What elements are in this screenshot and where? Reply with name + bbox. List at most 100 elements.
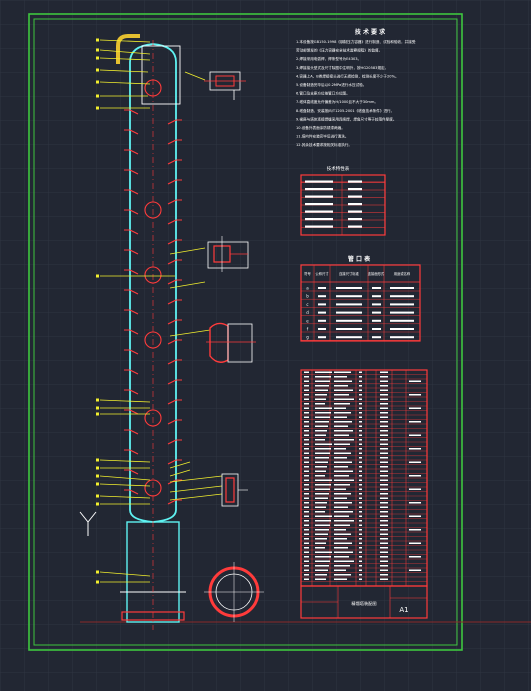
spec-title: 技术特性表 xyxy=(327,165,350,172)
parts-cell-text xyxy=(304,484,309,486)
parts-cell-text xyxy=(359,466,362,468)
parts-cell-text xyxy=(334,425,348,427)
spec-cell-text xyxy=(348,195,362,198)
nozzle-title: 管 口 表 xyxy=(348,255,371,263)
tech-line: 6.管口及支座方位按管口方位图。 xyxy=(296,91,350,96)
parts-cell-text xyxy=(315,547,325,549)
parts-cell-text xyxy=(304,556,309,558)
parts-cell-text xyxy=(409,488,421,490)
parts-cell-text xyxy=(380,380,388,382)
nozzle-cell-text xyxy=(336,328,362,330)
parts-cell-text xyxy=(304,380,309,382)
parts-cell-text xyxy=(380,515,388,517)
parts-cell-text xyxy=(359,502,362,504)
parts-cell-text xyxy=(315,565,329,567)
parts-cell-text xyxy=(304,574,309,576)
parts-cell-text xyxy=(304,520,309,522)
parts-cell-text xyxy=(304,479,309,481)
spec-cell-text xyxy=(348,180,362,183)
parts-cell-text xyxy=(315,574,327,576)
parts-cell-text xyxy=(359,569,362,571)
canvas-grid xyxy=(0,0,531,691)
spec-cell-text xyxy=(348,188,362,191)
spec-cell-text xyxy=(305,195,333,198)
parts-cell-text xyxy=(315,515,332,517)
parts-cell-text xyxy=(359,511,362,513)
parts-cell-text xyxy=(359,412,362,414)
tech-line: 8.塔盘制造、安装按JB/T1205-2001《塔盘技术条件》进行。 xyxy=(296,108,394,113)
parts-cell-text xyxy=(380,533,388,535)
parts-cell-text xyxy=(380,551,388,553)
parts-cell-text xyxy=(315,520,331,522)
nozzle-cell-text xyxy=(336,311,362,314)
parts-cell-text xyxy=(359,493,362,495)
parts-cell-text xyxy=(359,371,362,373)
parts-cell-text xyxy=(409,556,421,558)
parts-cell-text xyxy=(409,542,421,544)
parts-cell-text xyxy=(334,470,353,472)
nozzle-cell-text xyxy=(390,287,414,289)
parts-cell-text xyxy=(380,497,388,499)
parts-cell-text xyxy=(409,569,421,571)
tech-line: 1.本设备按GB150-1998《钢制压力容器》进行制造、试验和验收，并接受 xyxy=(296,39,416,44)
tech-line: 12.其余技术要求按相关标准执行。 xyxy=(296,142,352,147)
leader-tick xyxy=(96,458,99,462)
nozzle-cell-text xyxy=(372,328,381,330)
parts-cell-text xyxy=(315,493,329,495)
parts-cell-text xyxy=(359,529,362,531)
parts-cell-text xyxy=(304,448,309,450)
parts-cell-text xyxy=(334,457,347,459)
tech-line: 3.焊接接头型式及尺寸除图中注明外，按HG20583规定。 xyxy=(296,65,388,70)
parts-cell-text xyxy=(334,569,346,571)
parts-cell-text xyxy=(334,439,354,441)
tech-line: 9.裙座与塔体连接焊缝采用连续焊，焊角尺寸等于较薄件厚度。 xyxy=(296,116,396,121)
parts-cell-text xyxy=(359,578,362,580)
leader-tick xyxy=(96,482,99,486)
parts-cell-text xyxy=(359,470,362,472)
nozzle-cell-text xyxy=(336,319,362,322)
parts-cell-text xyxy=(315,380,330,382)
cad-drawing-canvas[interactable]: 技 术 要 求 1.本设备按GB150-1998《钢制压力容器》进行制造、试验和… xyxy=(0,0,531,691)
parts-cell-text xyxy=(359,497,362,499)
parts-cell-text xyxy=(359,398,362,400)
parts-cell-text xyxy=(380,403,388,405)
nozzle-cell-text xyxy=(372,336,381,339)
parts-cell-text xyxy=(315,371,332,373)
parts-cell-text xyxy=(409,394,421,396)
parts-cell-text xyxy=(380,565,388,567)
parts-cell-text xyxy=(304,488,309,490)
parts-cell-text xyxy=(359,556,362,558)
parts-cell-text xyxy=(334,542,352,544)
parts-cell-text xyxy=(304,376,309,378)
leader-tick xyxy=(96,494,99,498)
leader-tick xyxy=(96,398,99,402)
parts-cell-text xyxy=(380,542,388,544)
parts-cell-text xyxy=(359,515,362,517)
tech-line: 7.塔体直线度允许偏差为H/1000且不大于30mm。 xyxy=(296,99,378,104)
nozzle-symbol: c xyxy=(306,302,308,307)
nozzle-cell-text xyxy=(336,287,362,289)
parts-cell-text xyxy=(334,389,353,391)
parts-cell-text xyxy=(315,497,328,499)
parts-cell-text xyxy=(304,457,309,459)
parts-cell-text xyxy=(304,443,309,445)
parts-cell-text xyxy=(315,416,330,418)
parts-cell-text xyxy=(334,551,353,553)
parts-cell-text xyxy=(359,389,362,391)
nozzle-cell-text xyxy=(318,328,326,330)
parts-cell-text xyxy=(304,385,309,387)
parts-cell-text xyxy=(380,457,388,459)
parts-cell-text xyxy=(359,430,362,432)
parts-cell-text xyxy=(409,461,421,463)
parts-cell-text xyxy=(315,578,326,580)
nozzle-cell-text xyxy=(318,295,326,298)
leader-tick xyxy=(96,474,99,478)
parts-cell-text xyxy=(380,466,388,468)
parts-cell-text xyxy=(334,520,354,522)
parts-cell-text xyxy=(409,434,421,436)
parts-cell-text xyxy=(380,538,388,540)
parts-cell-text xyxy=(334,448,346,450)
parts-cell-text xyxy=(380,434,388,436)
parts-cell-text xyxy=(334,385,348,387)
parts-cell-text xyxy=(380,425,388,427)
